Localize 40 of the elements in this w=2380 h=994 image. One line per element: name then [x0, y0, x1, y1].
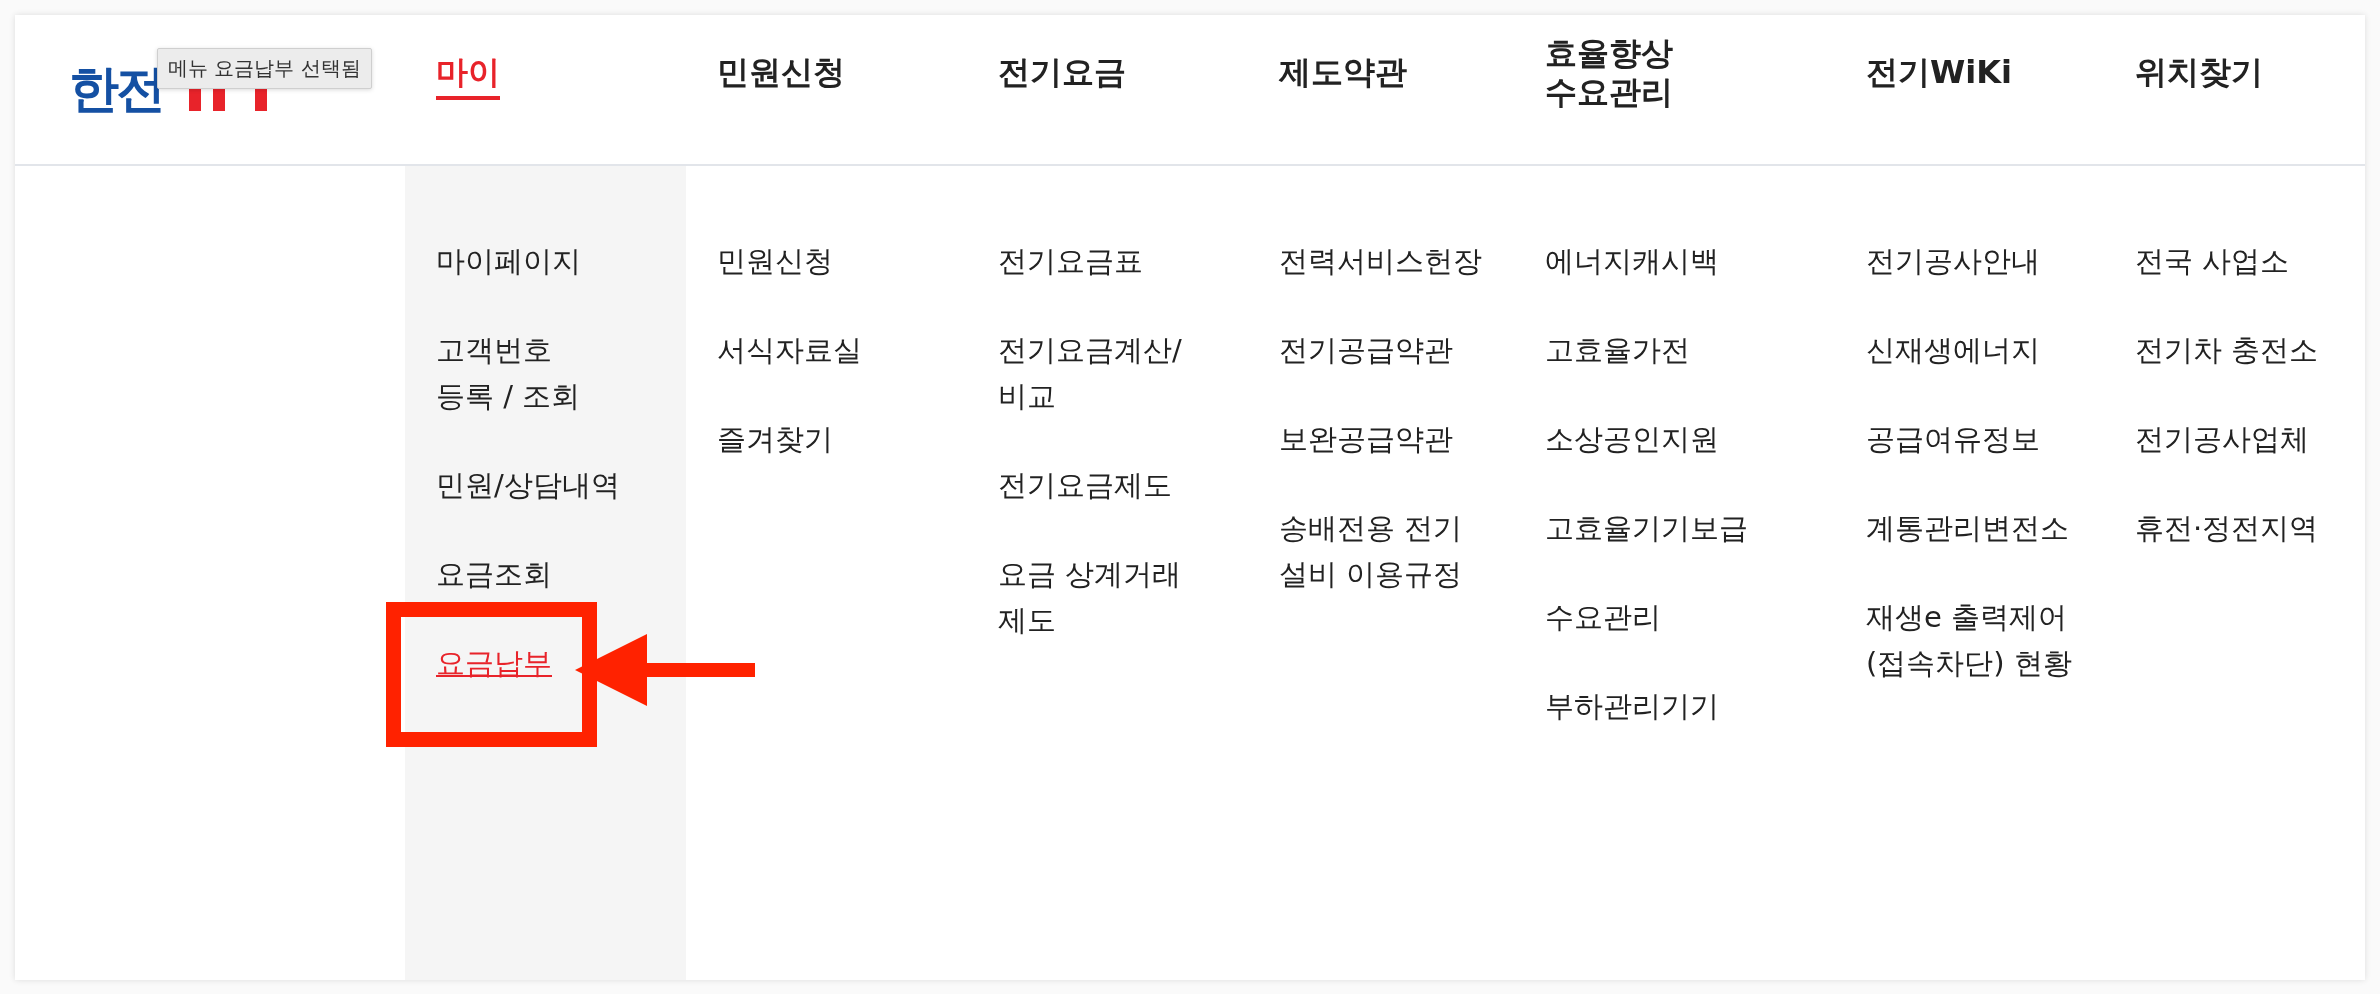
- submenu-link[interactable]: 에너지캐시백: [1545, 238, 1719, 284]
- submenu-link[interactable]: 휴전·정전지역: [2135, 505, 2319, 551]
- submenu-link[interactable]: 전기요금제도: [998, 462, 1172, 508]
- submenu-link[interactable]: 전기공급약관: [1279, 327, 1453, 373]
- submenu-link[interactable]: 전기공사업체: [2135, 416, 2309, 462]
- nav-tab[interactable]: 마이: [436, 53, 500, 100]
- arrow-icon: [575, 634, 755, 706]
- submenu-link[interactable]: 전기차 충전소: [2135, 327, 2319, 373]
- submenu-link[interactable]: 요금조회: [436, 551, 552, 597]
- submenu-link[interactable]: 공급여유정보: [1866, 416, 2040, 462]
- submenu-link[interactable]: 고객번호 등록 / 조회: [436, 327, 581, 419]
- submenu-link[interactable]: 신재생에너지: [1866, 327, 2040, 373]
- submenu-link[interactable]: 민원신청: [717, 238, 833, 284]
- submenu-link[interactable]: 보완공급약관: [1279, 416, 1453, 462]
- submenu-link[interactable]: 요금 상계거래 제도: [998, 551, 1182, 643]
- submenu-link[interactable]: 요금납부: [436, 640, 552, 686]
- tooltip: 메뉴 요금납부 선택됨: [157, 48, 372, 89]
- submenu-link[interactable]: 수요관리: [1545, 594, 1661, 640]
- submenu-link[interactable]: 전기공사안내: [1866, 238, 2040, 284]
- submenu-link[interactable]: 서식자료실: [717, 327, 862, 373]
- submenu-link[interactable]: 민원/상담내역: [436, 462, 620, 508]
- nav-tab[interactable]: 제도약관: [1279, 53, 1407, 100]
- submenu-link[interactable]: 전력서비스헌장: [1279, 238, 1482, 284]
- submenu-link[interactable]: 전기요금표: [998, 238, 1143, 284]
- nav-tab[interactable]: 효율향상 수요관리: [1545, 34, 1673, 119]
- nav-tab[interactable]: 위치찾기: [2135, 53, 2263, 100]
- submenu-link[interactable]: 부하관리기기: [1545, 683, 1719, 729]
- submenu-link[interactable]: 전국 사업소: [2135, 238, 2290, 284]
- submenu-link[interactable]: 소상공인지원: [1545, 416, 1719, 462]
- submenu-link[interactable]: 재생e 출력제어 (접속차단) 현황: [1866, 594, 2072, 686]
- nav-tab[interactable]: 전기요금: [998, 53, 1126, 100]
- submenu-link[interactable]: 고효율가전: [1545, 327, 1690, 373]
- nav-tab[interactable]: 전기WiKi: [1866, 53, 2013, 100]
- submenu-link[interactable]: 송배전용 전기 설비 이용규정: [1279, 505, 1463, 597]
- submenu-link[interactable]: 마이페이지: [436, 238, 581, 284]
- submenu-link[interactable]: 고효율기기보급: [1545, 505, 1748, 551]
- submenu-link[interactable]: 전기요금계산/ 비교: [998, 327, 1182, 419]
- submenu-link[interactable]: 계통관리변전소: [1866, 505, 2069, 551]
- submenu-link[interactable]: 즐겨찾기: [717, 416, 833, 462]
- nav-tab[interactable]: 민원신청: [717, 53, 845, 100]
